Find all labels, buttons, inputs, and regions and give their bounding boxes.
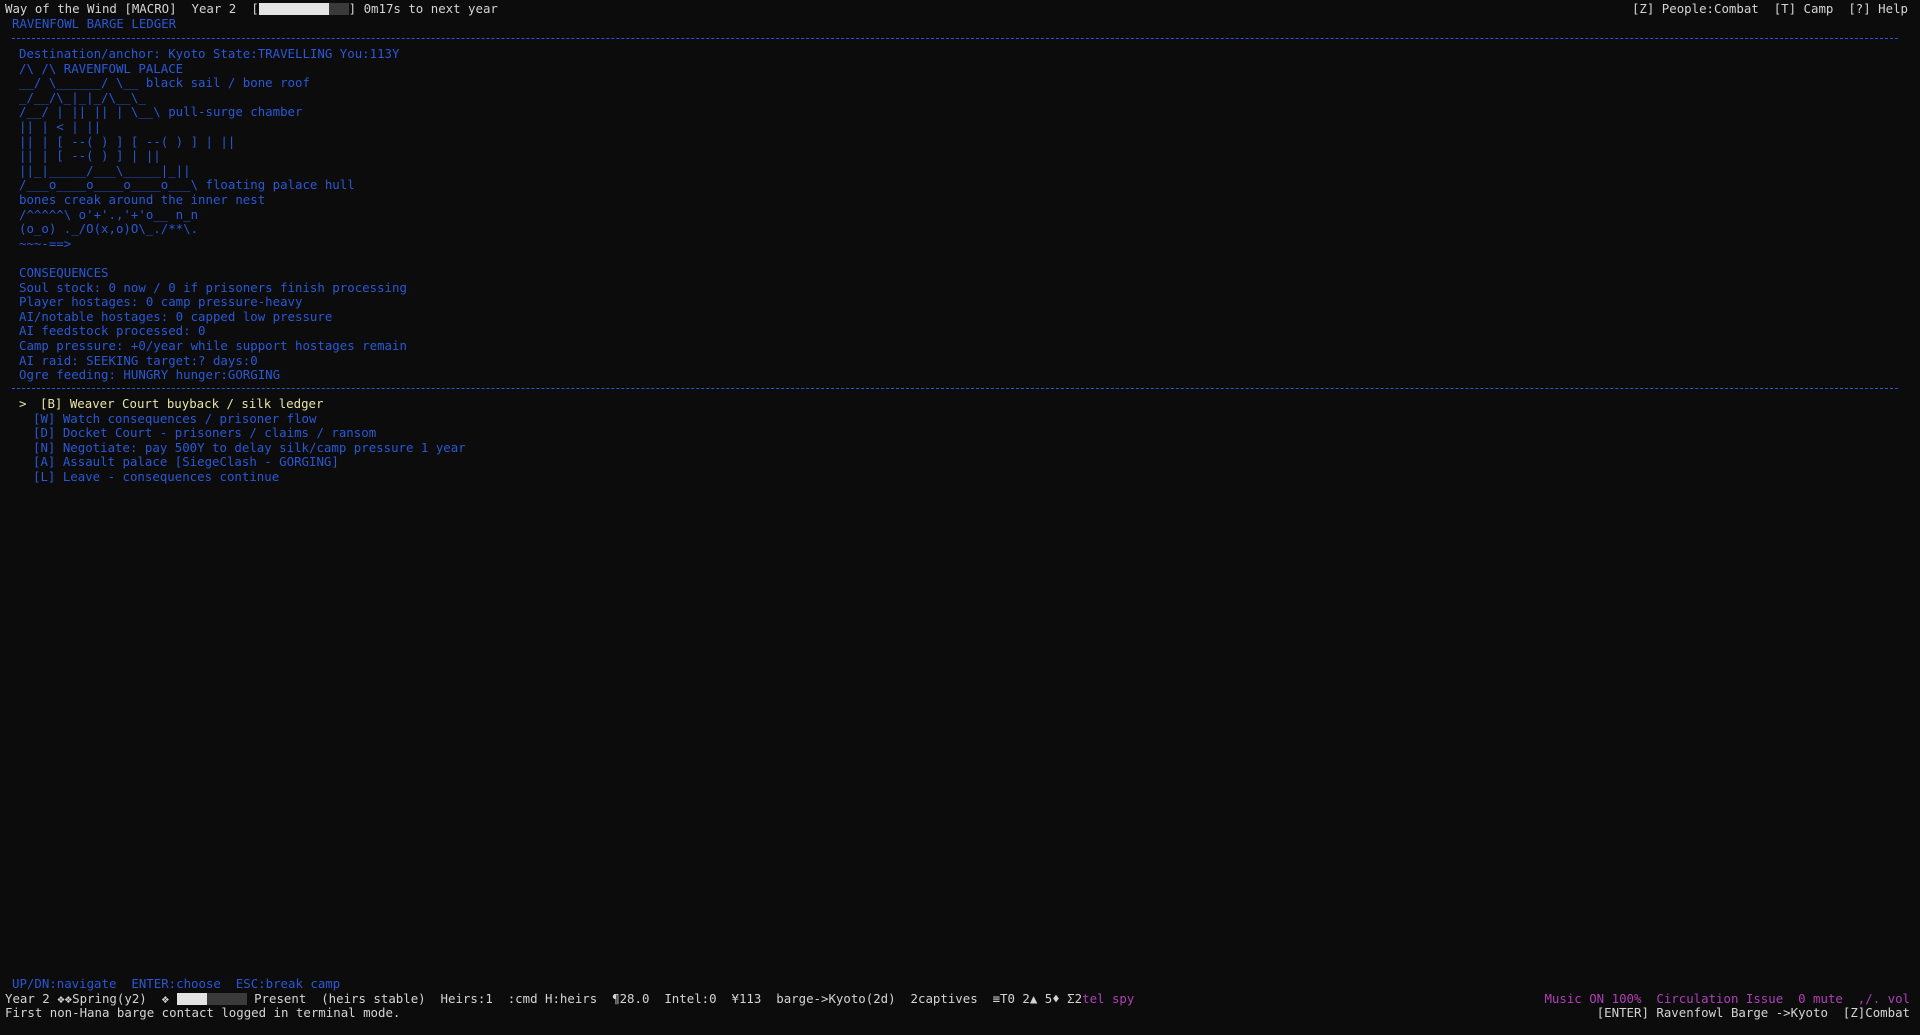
menu-cursor: > <box>19 396 27 411</box>
menu-option-docket-court[interactable]: [D] Docket Court - prisoners / claims / … <box>33 426 376 441</box>
year-progress-fill <box>258 3 329 15</box>
people-combat-shortcut[interactable]: [Z] People:Combat <box>1632 1 1759 16</box>
consequence-camp-pressure: Camp pressure: +0/year while support hos… <box>19 338 407 353</box>
message-log: First non-Hana barge contact logged in t… <box>5 1005 401 1020</box>
key-hints: UP/DN:navigate ENTER:choose ESC:break ca… <box>12 976 341 991</box>
context-action-hint[interactable]: [ENTER] Ravenfowl Barge ->Kyoto [Z]Comba… <box>1597 1005 1910 1021</box>
menu-option-weaver-court[interactable]: [B] Weaver Court buyback / silk ledger <box>40 396 323 412</box>
consequence-ai-raid: AI raid: SEEKING target:? days:0 <box>19 352 258 368</box>
consequences-heading: CONSEQUENCES <box>19 265 109 280</box>
year-progress-bar <box>258 3 349 15</box>
help-shortcut[interactable]: [?] Help <box>1848 1 1908 16</box>
art-line: (o_o) ._/O(x,o)O\_./**\. <box>19 221 199 237</box>
consequence-soul-stock: Soul stock: 0 now / 0 if prisoners finis… <box>19 279 407 295</box>
year-label: Year 2 <box>191 1 237 16</box>
year-progress-open: [ <box>251 1 259 16</box>
menu-option-watch-consequences[interactable]: [W] Watch consequences / prisoner flow <box>33 411 316 427</box>
art-line: || | [ --( ) ] [ --( ) ] | || <box>19 133 236 149</box>
season-progress-bar <box>176 993 247 1005</box>
art-line: _/__/\_|_|_/\__\_ <box>19 89 146 105</box>
year-progress-close: ] <box>348 1 357 16</box>
top-divider <box>12 38 1898 39</box>
panel-title: RAVENFOWL BARGE LEDGER <box>12 16 177 31</box>
consequence-ogre-feeding: Ogre feeding: HUNGRY hunger:GORGING <box>19 367 281 383</box>
menu-option-negotiate[interactable]: [N] Negotiate: pay 500Y to delay silk/ca… <box>33 440 466 456</box>
menu-option-assault-palace[interactable]: [A] Assault palace [SiegeClash - GORGING… <box>33 455 339 470</box>
menu-option-leave[interactable]: [L] Leave - consequences continue <box>33 469 279 485</box>
season-status: Year 2 ❖❖Spring(y2) ❖ <box>5 991 170 1006</box>
art-line: bones creak around the inner nest <box>19 192 266 207</box>
art-line: /___o____o____o____o___\ floating palace… <box>19 177 355 193</box>
destination-status: Destination/anchor: Kyoto State:TRAVELLI… <box>19 46 400 61</box>
spy-status: tel spy <box>1082 991 1135 1006</box>
consequence-ai-feedstock: AI feedstock processed: 0 <box>19 323 206 339</box>
art-line: /\ /\ RAVENFOWL PALACE <box>19 60 184 76</box>
art-line: __/ \______/ \__ black sail / bone roof <box>19 75 310 91</box>
art-line: /^^^^^\ o'+'.,'+'o__ n_n <box>19 206 199 222</box>
middle-divider <box>12 388 1898 389</box>
art-line: ||_|_____/___\_____|_|| <box>19 162 191 178</box>
game-title: Way of the Wind [MACRO] <box>5 1 177 16</box>
dynasty-status: Present (heirs stable) Heirs:1 :cmd H:he… <box>254 991 1083 1006</box>
art-line: || | [ --( ) ] | || <box>19 148 161 164</box>
art-line: ~~~-==> <box>19 235 72 251</box>
camp-shortcut[interactable]: [T] Camp <box>1774 1 1834 16</box>
top-status-bar: Way of the Wind [MACRO] Year 2 [] 0m17s … <box>5 1 498 17</box>
top-shortcuts: [Z] People:Combat [T] Camp [?] Help <box>1632 1 1908 17</box>
season-progress-fill <box>176 993 207 1005</box>
consequence-ai-hostages: AI/notable hostages: 0 capped low pressu… <box>19 308 333 324</box>
art-line: || | < | || <box>19 119 102 134</box>
art-line: /__/ | || || | \__\ pull-surge chamber <box>19 104 303 120</box>
consequence-player-hostages: Player hostages: 0 camp pressure-heavy <box>19 294 303 310</box>
year-timer: 0m17s to next year <box>363 1 498 16</box>
